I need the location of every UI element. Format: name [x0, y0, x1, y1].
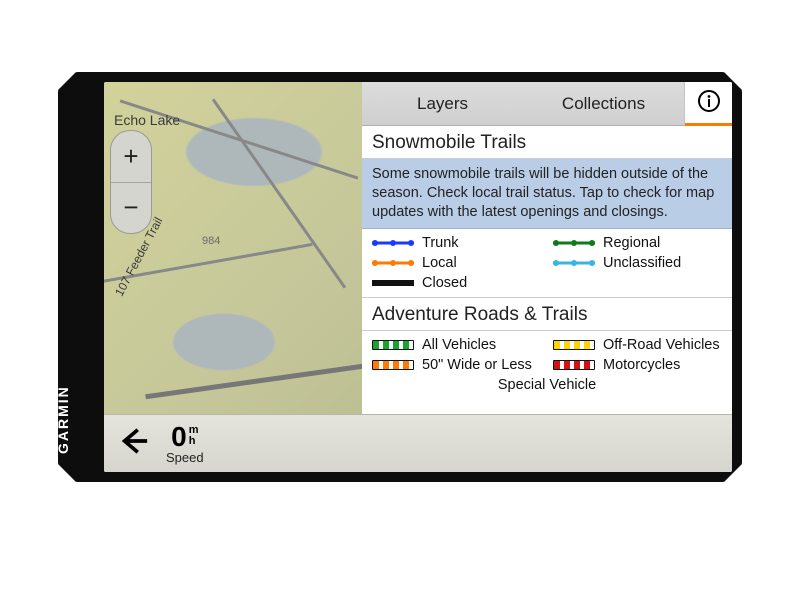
legend-label: Off-Road Vehicles — [603, 337, 720, 353]
legend-label: All Vehicles — [422, 337, 496, 353]
legend-label: Motorcycles — [603, 357, 680, 373]
legend-label: Trunk — [422, 235, 459, 251]
speed-value: 0 — [171, 423, 187, 451]
back-button[interactable] — [104, 415, 164, 472]
swatch-closed — [372, 278, 414, 288]
tab-collections[interactable]: Collections — [523, 82, 684, 125]
swatch-offroad — [553, 340, 595, 350]
swatch-50wide — [372, 360, 414, 370]
legend-label: Regional — [603, 235, 660, 251]
legend-label: Special Vehicle — [498, 377, 596, 393]
legend-item-local: Local — [372, 255, 541, 271]
arrow-left-icon — [119, 426, 149, 461]
legend-label: Unclassified — [603, 255, 681, 271]
legend-item-unclassified: Unclassified — [553, 255, 722, 271]
screen: Echo Lake 107 Feeder Trail 984 Direction… — [104, 82, 732, 472]
zoom-in-button[interactable]: + — [111, 131, 151, 183]
swatch-local — [372, 258, 414, 268]
zoom-out-button[interactable]: − — [111, 183, 151, 234]
swatch-all-vehicles — [372, 340, 414, 350]
speed-readout[interactable]: 0 m h Speed — [166, 423, 204, 464]
brand-logo: GARMIN — [55, 385, 71, 454]
info-panel: Layers Collections Snowmobile Trails Som… — [362, 82, 732, 414]
legend-item-50wide: 50" Wide or Less — [372, 357, 541, 373]
legend-item-offroad: Off-Road Vehicles — [553, 337, 722, 353]
legend-adventure: All Vehicles Off-Road Vehicles 50" Wide … — [362, 331, 732, 399]
legend-label: 50" Wide or Less — [422, 357, 532, 373]
swatch-regional — [553, 238, 595, 248]
speed-label: Speed — [166, 451, 204, 464]
legend-snowmobile: Trunk Regional Local Unclassified — [362, 229, 732, 297]
legend-item-closed: Closed — [372, 275, 541, 291]
section-title-snowmobile: Snowmobile Trails — [362, 126, 732, 159]
status-bar: 0 m h Speed — [104, 414, 732, 472]
legend-label: Local — [422, 255, 457, 271]
swatch-unclassified — [553, 258, 595, 268]
legend-item-motorcycles: Motorcycles — [553, 357, 722, 373]
tab-info[interactable] — [684, 82, 732, 125]
panel-tabs: Layers Collections — [362, 82, 732, 126]
map-label-road-984: 984 — [202, 235, 220, 247]
legend-item-regional: Regional — [553, 235, 722, 251]
legend-item-all-vehicles: All Vehicles — [372, 337, 541, 353]
legend-item-trunk: Trunk — [372, 235, 541, 251]
tab-layers[interactable]: Layers — [362, 82, 523, 125]
map-label-echo-lake: Echo Lake — [114, 112, 180, 128]
info-icon — [697, 89, 721, 118]
speed-unit-bottom: h — [189, 436, 199, 447]
swatch-motorcycles — [553, 360, 595, 370]
legend-label: Closed — [422, 275, 467, 291]
section-title-adventure: Adventure Roads & Trails — [362, 297, 732, 331]
gps-device-frame: GARMIN Echo Lake 107 Feeder Trail 984 Di… — [58, 72, 742, 482]
legend-item-special: Special Vehicle — [372, 377, 722, 393]
snowmobile-notice[interactable]: Some snowmobile trails will be hidden ou… — [362, 159, 732, 229]
swatch-trunk — [372, 238, 414, 248]
zoom-control: + − — [110, 130, 152, 234]
